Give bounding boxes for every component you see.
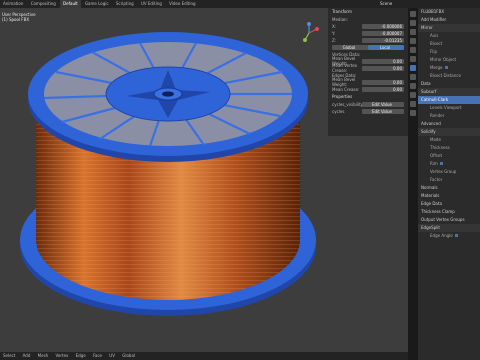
tool-tab-icon[interactable] xyxy=(410,11,416,17)
navigation-gizmo[interactable] xyxy=(298,22,320,44)
render-tab-icon[interactable] xyxy=(410,20,416,26)
top-flange xyxy=(28,32,308,162)
tab-scripting[interactable]: Scripting xyxy=(113,0,137,8)
global-button[interactable]: Global xyxy=(332,44,368,50)
tab-video-editing[interactable]: Video Editing xyxy=(166,0,198,8)
median-label: Median: xyxy=(332,16,348,22)
viewport-info: User Perspective (1) Spool FBX xyxy=(2,12,36,22)
pivot-dropdown[interactable]: Global xyxy=(119,352,138,360)
merge-checkbox[interactable] xyxy=(444,66,448,69)
tab-animation[interactable]: Animation xyxy=(0,0,26,8)
z-field[interactable]: -0.01235 xyxy=(362,37,404,43)
menu-select[interactable]: Select xyxy=(0,352,18,360)
rim-checkbox[interactable] xyxy=(439,162,443,165)
object-name[interactable]: FLUBB1FBX xyxy=(418,8,480,16)
edge-bevel-label: Mean Bevel Weight: xyxy=(332,77,356,87)
modifier-tab-icon[interactable] xyxy=(410,65,416,71)
subsurf-modifier-header[interactable]: Subsurf xyxy=(418,88,480,96)
factor-field[interactable]: Factor xyxy=(418,176,480,184)
menu-vertex[interactable]: Vertex xyxy=(52,352,71,360)
constraints-tab-icon[interactable] xyxy=(410,92,416,98)
cycles-visibility-label: cycles_visibility xyxy=(332,101,363,107)
levels-viewport-field[interactable]: Levels Viewport xyxy=(418,104,480,112)
edit-value-button-1[interactable]: Edit Value xyxy=(362,101,404,107)
tab-game-logic[interactable]: Game Logic xyxy=(82,0,112,8)
menu-uv[interactable]: UV xyxy=(106,352,118,360)
menu-face[interactable]: Face xyxy=(90,352,105,360)
menu-edge[interactable]: Edge xyxy=(73,352,89,360)
x-label: X: xyxy=(332,23,337,29)
normals-panel[interactable]: Normals xyxy=(418,184,480,192)
vertex-crease-label: Mean Vertex Crease: xyxy=(332,63,358,73)
object-info-text: (1) Spool FBX xyxy=(2,17,30,22)
scene-selector[interactable]: Scene xyxy=(380,0,392,8)
thickness-field[interactable]: Thickness xyxy=(418,144,480,152)
offset-field[interactable]: Offset xyxy=(418,152,480,160)
solidify-modifier-header[interactable]: Solidify xyxy=(418,128,480,136)
materials-panel[interactable]: Materials xyxy=(418,192,480,200)
local-button[interactable]: Local xyxy=(368,44,404,50)
crease-label: Mean Crease: xyxy=(332,86,360,92)
properties-header[interactable]: Properties xyxy=(328,93,408,100)
cycles-label: cycles xyxy=(332,108,345,114)
tab-compositing[interactable]: Compositing xyxy=(28,0,59,8)
output-vertex-groups-panel[interactable]: Output Vertex Groups xyxy=(418,216,480,224)
menu-mesh[interactable]: Mesh xyxy=(35,352,52,360)
bisect-label: Bisect xyxy=(430,41,443,46)
object-tab-icon[interactable] xyxy=(410,56,416,62)
edge-data-panel[interactable]: Edge Data xyxy=(418,200,480,208)
edgesplit-modifier-header[interactable]: EdgeSplit xyxy=(418,224,480,232)
edge-angle-label: Edge Angle xyxy=(430,233,453,238)
merge-label: Merge xyxy=(430,65,443,70)
output-tab-icon[interactable] xyxy=(410,29,416,35)
rim-label: Rim xyxy=(430,161,438,166)
mirror-object-field[interactable]: Mirror Object xyxy=(418,56,480,64)
viewport-header: Select Add Mesh Vertex Edge Face UV Glob… xyxy=(0,352,408,360)
scene-tab-icon[interactable] xyxy=(410,38,416,44)
data-tab-icon[interactable] xyxy=(410,101,416,107)
catmull-clark-button[interactable]: Catmull-Clark xyxy=(418,96,480,104)
axis-label: Axis xyxy=(430,33,439,38)
world-tab-icon[interactable] xyxy=(410,47,416,53)
transform-header[interactable]: Transform xyxy=(328,8,408,15)
edge-bevel-field[interactable]: 0.00 xyxy=(362,79,404,85)
edit-value-button-2[interactable]: Edit Value xyxy=(362,108,404,114)
bevel-weight-field[interactable]: 0.00 xyxy=(362,58,404,64)
flip-label: Flip xyxy=(430,49,438,54)
particles-tab-icon[interactable] xyxy=(410,74,416,80)
y-field[interactable]: -0.000007 xyxy=(362,30,404,36)
workspace-tabs-bar: Animation Compositing Default Game Logic… xyxy=(0,0,480,8)
properties-editor: FLUBB1FBX Add Modifier Mirror Axis Bisec… xyxy=(418,8,480,360)
menu-add[interactable]: Add xyxy=(20,352,34,360)
z-label: Z: xyxy=(332,37,337,43)
sidebar-n-panel: Transform Median: X: -0.000006 Y: -0.00000… xyxy=(328,8,408,136)
bisect-distance-field[interactable]: Bisect Distance xyxy=(418,72,480,80)
advanced-panel[interactable]: Advanced xyxy=(418,120,480,128)
add-modifier-button[interactable]: Add Modifier xyxy=(418,16,480,24)
edge-angle-checkbox[interactable] xyxy=(454,234,458,237)
properties-tab-strip xyxy=(408,8,418,360)
material-tab-icon[interactable] xyxy=(410,110,416,116)
mode-dropdown[interactable]: Mode xyxy=(418,136,480,144)
y-label: Y: xyxy=(332,30,336,36)
physics-tab-icon[interactable] xyxy=(410,83,416,89)
thickness-clamp-panel[interactable]: Thickness Clamp xyxy=(418,208,480,216)
tab-uv-editing[interactable]: UV Editing xyxy=(138,0,165,8)
render-levels-field[interactable]: Render xyxy=(418,112,480,120)
vertex-group-field[interactable]: Vertex Group xyxy=(418,168,480,176)
crease-field[interactable]: 0.00 xyxy=(362,86,404,92)
mirror-modifier-header[interactable]: Mirror xyxy=(418,24,480,32)
data-panel[interactable]: Data xyxy=(418,80,480,88)
vertex-crease-field[interactable]: 0.00 xyxy=(362,65,404,71)
tab-default[interactable]: Default xyxy=(60,0,81,8)
x-field[interactable]: -0.000006 xyxy=(362,23,404,29)
